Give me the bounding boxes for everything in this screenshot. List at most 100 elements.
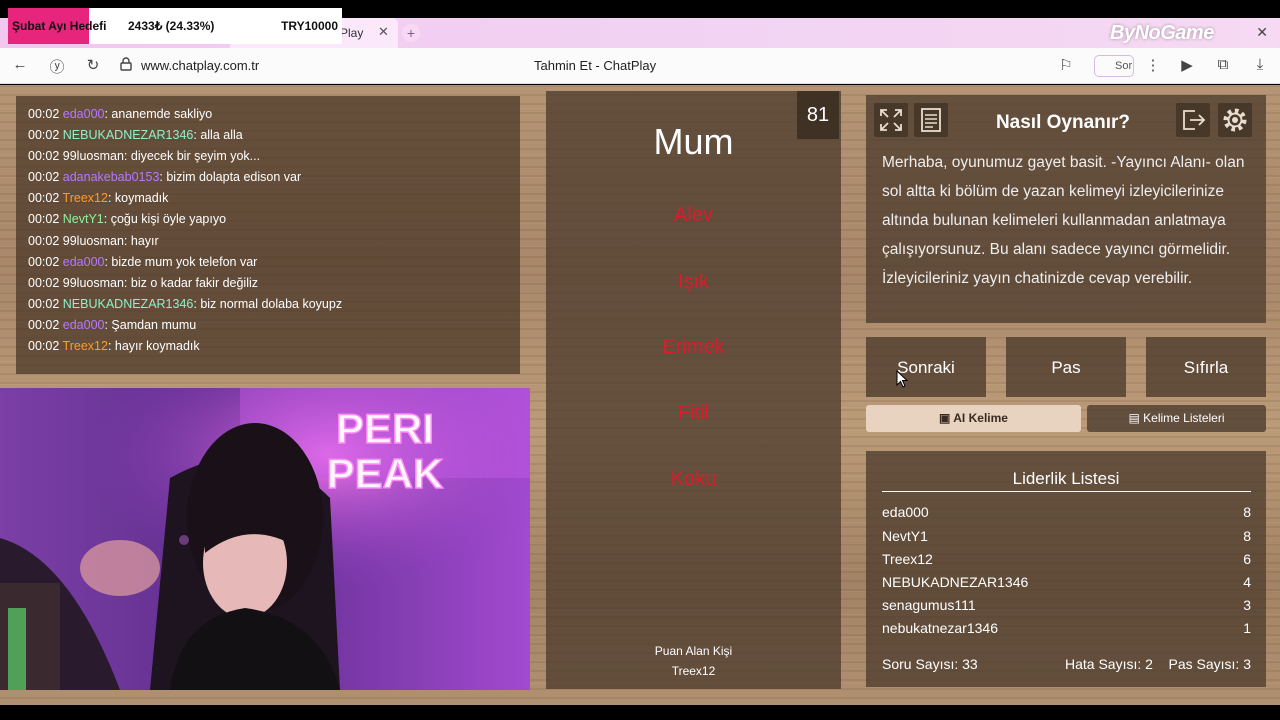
player-name: nebukatnezar1346 (882, 620, 998, 636)
word-card: 81 Mum Alev Işık Erimek Fitil Koku Puan … (546, 91, 841, 689)
sor-label: Sor (1115, 60, 1133, 72)
chat-message: 00:02 NevtY1: çoğu kişi öyle yapıyo (16, 209, 342, 230)
chat-message: 00:02 Treex12: koymadık (16, 188, 342, 209)
player-name: NevtY1 (882, 528, 928, 544)
chat-message: 00:02 99luosman: biz o kadar fakir değil… (16, 273, 342, 294)
chat-text: : diyecek bir şeyim yok... (123, 149, 261, 164)
tab-close-icon[interactable]: ✕ (378, 24, 389, 40)
scorer-name: Treex12 (671, 664, 716, 678)
reset-label: Sıfırla (1183, 358, 1229, 377)
player-name: senagumus111 (882, 597, 976, 613)
chat-username[interactable]: eda000 (63, 255, 105, 269)
next-button[interactable]: Sonraki (866, 337, 986, 397)
player-score: 8 (1243, 504, 1251, 520)
brand-logo: ByNoGame (1110, 22, 1214, 45)
reload-icon[interactable]: ↻ (83, 56, 103, 74)
taboo-word: Erimek (662, 336, 725, 358)
scorer-label: Puan Alan Kişi (654, 644, 733, 658)
leaderboard-title: Liderlik Listesi (1012, 469, 1120, 488)
player-name: Treex12 (882, 551, 933, 567)
player-score: 8 (1243, 528, 1251, 544)
chat-message: 00:02 NEBUKADNEZAR1346: biz normal dolab… (16, 294, 342, 315)
window-close-icon[interactable]: ✕ (1256, 24, 1268, 41)
webcam-feed: PERI PEAK (0, 388, 530, 690)
chat-text: : biz o kadar fakir değiliz (123, 275, 259, 290)
player-score: 4 (1243, 574, 1251, 590)
player-name: eda000 (882, 504, 929, 520)
settings-gear-icon[interactable] (1218, 103, 1252, 137)
new-tab-icon[interactable]: + (402, 24, 420, 42)
screen: Play ✕ + ✕ ← ⓨ ↻ www.chatplay.com.tr Tah… (0, 0, 1280, 720)
leaderboard-row: eda000 8 (882, 504, 1251, 520)
leaderboard-stats: Soru Sayısı: 33 Hata Sayısı: 2 Pas Sayıs… (882, 656, 1251, 672)
sor-button[interactable]: Sor (1094, 55, 1134, 77)
leaderboard-row: nebukatnezar1346 1 (882, 620, 1251, 636)
logout-icon[interactable] (1176, 103, 1210, 137)
how-to-play-card: Nasıl Oynanır? Merhaba, oyunumuz gayet b… (866, 95, 1266, 323)
download-icon[interactable]: ⤓ (1250, 56, 1270, 73)
taboo-word: Alev (674, 204, 713, 226)
taboo-word: Işık (677, 271, 710, 293)
chat-text: : alla alla (193, 128, 243, 143)
leaderboard-divider (882, 491, 1251, 492)
back-icon[interactable]: ← (10, 56, 30, 73)
neon-sign-line1: PERI (336, 405, 434, 452)
chat-time: 00:02 (28, 128, 60, 143)
yandex-icon[interactable]: ⓨ (47, 56, 67, 77)
chat-username[interactable]: NEBUKADNEZAR1346 (63, 297, 194, 311)
chat-text: : Şamdan mumu (104, 317, 197, 332)
taboo-word: Fitil (677, 402, 710, 424)
chat-time: 00:02 (28, 339, 60, 354)
url-field[interactable]: www.chatplay.com.tr (141, 58, 259, 73)
chat-time: 00:02 (28, 296, 60, 311)
chat-username[interactable]: NevtY1 (63, 212, 104, 226)
page-title: Tahmin Et - ChatPlay (534, 58, 657, 73)
chat-username[interactable]: adanakebab0153 (63, 170, 160, 184)
mouse-cursor-icon (896, 370, 908, 388)
chat-message: 00:02 eda000: ananemde sakliyo (16, 104, 342, 125)
chat-time: 00:02 (28, 170, 60, 185)
chat-username[interactable]: eda000 (63, 107, 105, 121)
player-name: NEBUKADNEZAR1346 (882, 574, 1029, 590)
taboo-word: Koku (670, 468, 717, 490)
chat-text: : bizim dolapta edison var (159, 170, 302, 185)
chat-username[interactable]: 99luosman (63, 276, 124, 290)
collections-icon[interactable]: ⧉ (1213, 56, 1233, 73)
question-count: Soru Sayısı: 33 (882, 656, 978, 672)
chat-time: 00:02 (28, 149, 60, 164)
donation-goal-bar: Şubat Ayı Hedefi 2433₺ (24.33%) TRY10000 (8, 8, 342, 44)
bookmark-icon[interactable]: ⚐ (1056, 56, 1076, 74)
chat-username[interactable]: 99luosman (63, 149, 124, 163)
chat-message: 00:02 Treex12: hayır koymadık (16, 336, 342, 357)
media-icon[interactable]: ▶ (1177, 56, 1197, 74)
more-icon[interactable]: ⋮ (1143, 56, 1163, 74)
player-score: 3 (1243, 597, 1251, 613)
chat-text: : biz normal dolaba koyupz (193, 296, 343, 311)
reset-button[interactable]: Sıfırla (1146, 337, 1266, 397)
chat-text: : hayır koymadık (107, 339, 200, 354)
chat-time: 00:02 (28, 254, 60, 269)
chat-time: 00:02 (28, 212, 60, 227)
chat-message: 00:02 eda000: bizde mum yok telefon var (16, 252, 342, 273)
chat-message: 00:02 99luosman: diyecek bir şeyim yok..… (16, 146, 342, 167)
leaderboard-row: senagumus111 3 (882, 597, 1251, 613)
ai-word-button[interactable]: ▣ AI Kelime (866, 405, 1081, 432)
word-lists-button[interactable]: ▤ Kelime Listeleri (1087, 405, 1266, 432)
leaderboard-row: Treex12 6 (882, 551, 1251, 567)
pass-button[interactable]: Pas (1006, 337, 1126, 397)
chat-username[interactable]: 99luosman (63, 234, 124, 248)
chat-username[interactable]: Treex12 (63, 191, 108, 205)
brand-name: ByNoGame (1110, 22, 1214, 44)
goal-target: TRY10000 (281, 19, 338, 33)
player-score: 1 (1243, 620, 1251, 636)
chat-username[interactable]: NEBUKADNEZAR1346 (63, 128, 194, 142)
how-to-play-text: Merhaba, oyunumuz gayet basit. -Yayıncı … (882, 154, 1245, 287)
chat-text: : koymadık (107, 191, 169, 206)
chat-message: 00:02 adanakebab0153: bizim dolapta edis… (16, 167, 342, 188)
leaderboard-card: Liderlik Listesi eda000 8 NevtY1 8 Treex… (866, 451, 1266, 687)
leaderboard-row: NevtY1 8 (882, 528, 1251, 544)
goal-label: Şubat Ayı Hedefi (12, 19, 107, 33)
chat-username[interactable]: Treex12 (63, 339, 108, 353)
chat-text: : hayır (123, 233, 159, 248)
chat-username[interactable]: eda000 (63, 318, 105, 332)
